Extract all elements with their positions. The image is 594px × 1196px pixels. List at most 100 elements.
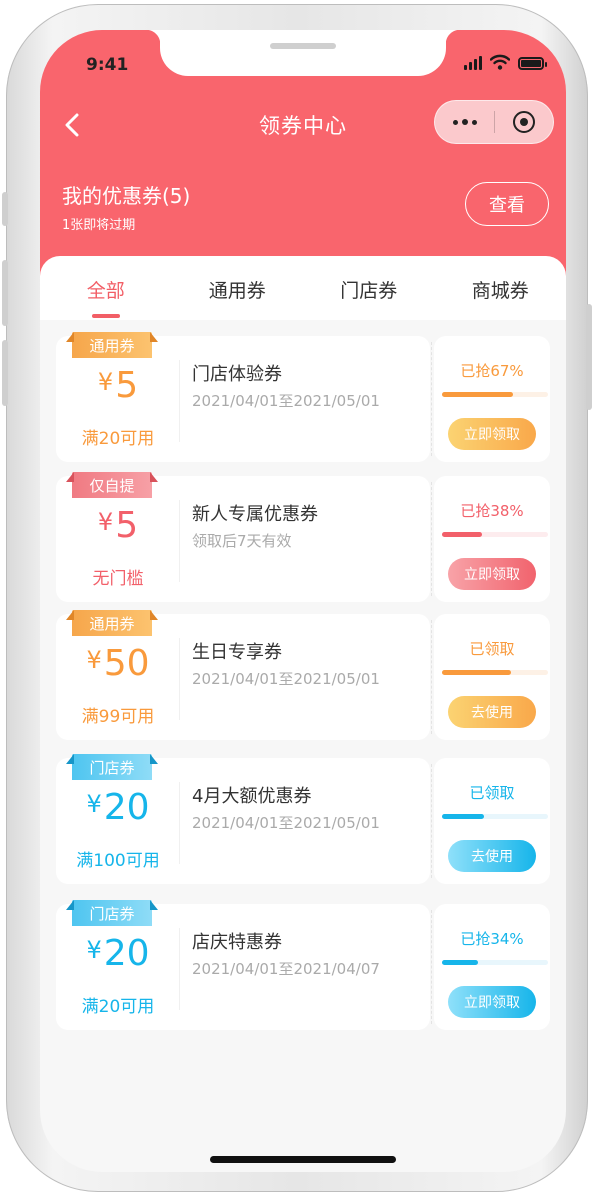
coupon-amount: ¥20 (56, 932, 180, 976)
notch (146, 30, 460, 76)
coupon-name: 4月大额优惠券 (192, 786, 312, 807)
claim-status: 已抢67% (460, 362, 524, 380)
coupon-card: 门店券 ¥20 满100可用 4月大额优惠券 2021/04/01至2021/05/01… (56, 754, 550, 884)
coupon-action-button[interactable]: 去使用 (448, 840, 536, 872)
coupon-main[interactable]: 门店券 ¥20 满20可用 店庆特惠券 2021/04/01至2021/04/07 (56, 900, 430, 1030)
coupon-card: 仅自提 ¥5 无门槛 新人专属优惠券 领取后7天有效 已抢38% 立即领取 (56, 472, 550, 602)
progress-fill (442, 532, 483, 537)
coupon-main[interactable]: 通用券 ¥5 满20可用 门店体验券 2021/04/01至2021/05/01 (56, 332, 430, 462)
claim-status: 已领取 (469, 784, 515, 802)
close-target-icon[interactable] (495, 100, 553, 144)
coupon-action-button[interactable]: 立即领取 (448, 558, 536, 590)
coupon-main[interactable]: 仅自提 ¥5 无门槛 新人专属优惠券 领取后7天有效 (56, 472, 430, 602)
home-indicator[interactable] (210, 1156, 396, 1163)
my-coupons-title: 我的优惠券(5) (62, 184, 191, 208)
progress-fill (442, 814, 485, 819)
signal-icon (464, 56, 482, 70)
volume-down-button (2, 340, 8, 406)
coupon-validity: 2021/04/01至2021/05/01 (192, 392, 380, 410)
coupon-validity: 2021/04/01至2021/05/01 (192, 670, 380, 688)
coupon-name: 店庆特惠券 (192, 932, 282, 953)
perforation-line (431, 342, 432, 456)
progress-fill (442, 392, 514, 397)
header: 9:41 领券中心 我的优惠券(5) 1张即将过期 查看 (40, 30, 566, 290)
coupon-validity: 2021/04/01至2021/05/01 (192, 814, 380, 832)
coupon-amount: ¥5 (56, 504, 180, 548)
progress-fill (442, 670, 511, 675)
coupon-side: 已抢34% 立即领取 (434, 904, 550, 1030)
claim-status: 已抢34% (460, 930, 524, 948)
coupon-condition: 满99可用 (81, 707, 155, 727)
view-button[interactable]: 查看 (465, 182, 549, 226)
status-time: 9:41 (86, 55, 129, 75)
coupon-amount: ¥50 (56, 642, 180, 686)
divider (179, 638, 180, 720)
coupon-action-button[interactable]: 立即领取 (448, 986, 536, 1018)
coupon-amount: ¥5 (56, 364, 180, 408)
coupon-validity: 领取后7天有效 (192, 532, 292, 550)
more-icon[interactable] (435, 100, 494, 144)
coupon-action-button[interactable]: 立即领取 (448, 418, 536, 450)
coupon-card: 通用券 ¥50 满99可用 生日专享券 2021/04/01至2021/05/01 已领取… (56, 610, 550, 740)
progress-bar (442, 392, 548, 397)
coupon-main[interactable]: 通用券 ¥50 满99可用 生日专享券 2021/04/01至2021/05/01 (56, 610, 430, 740)
coupon-action-button[interactable]: 去使用 (448, 696, 536, 728)
expiring-note: 1张即将过期 (62, 218, 136, 233)
coupon-name: 生日专享券 (192, 642, 282, 663)
coupon-tag: 通用券 (72, 332, 152, 358)
amount-value: 20 (103, 933, 150, 974)
currency-symbol: ¥ (86, 790, 102, 818)
mini-program-capsule (434, 100, 554, 144)
coupon-side: 已领取 去使用 (434, 758, 550, 884)
coupon-tag: 门店券 (72, 900, 152, 926)
amount-value: 50 (103, 643, 150, 684)
wifi-icon (490, 54, 510, 70)
divider (179, 360, 180, 442)
tab-all[interactable]: 全部 (40, 256, 172, 320)
coupon-tabs: 全部 通用券 门店券 商城券 (40, 256, 566, 320)
coupon-card: 门店券 ¥20 满20可用 店庆特惠券 2021/04/01至2021/04/07 已抢3… (56, 900, 550, 1030)
speaker (270, 43, 336, 49)
perforation-line (431, 764, 432, 878)
coupon-condition: 满20可用 (81, 429, 155, 449)
claim-status: 已抢38% (460, 502, 524, 520)
claim-status: 已领取 (469, 640, 515, 658)
coupon-condition: 满20可用 (81, 997, 155, 1017)
coupon-name: 门店体验券 (192, 364, 282, 385)
perforation-line (431, 910, 432, 1024)
amount-value: 20 (103, 787, 150, 828)
mute-switch (2, 192, 8, 226)
volume-up-button (2, 260, 8, 326)
perforation-line (431, 620, 432, 734)
perforation-line (431, 482, 432, 596)
divider (179, 928, 180, 1010)
progress-bar (442, 532, 548, 537)
progress-bar (442, 670, 548, 675)
tab-store[interactable]: 门店券 (303, 256, 435, 320)
progress-bar (442, 960, 548, 965)
currency-symbol: ¥ (86, 646, 102, 674)
status-icons (464, 52, 547, 70)
coupon-tag: 仅自提 (72, 472, 152, 498)
coupon-side: 已抢38% 立即领取 (434, 476, 550, 602)
coupon-validity: 2021/04/01至2021/04/07 (192, 960, 380, 978)
coupon-condition: 无门槛 (92, 569, 144, 589)
amount-value: 5 (115, 365, 139, 406)
coupon-condition: 满100可用 (76, 851, 160, 871)
tab-general[interactable]: 通用券 (172, 256, 304, 320)
currency-symbol: ¥ (97, 508, 114, 536)
phone-frame: 9:41 领券中心 我的优惠券(5) 1张即将过期 查看 全部 通用券 门店券 … (2, 4, 592, 1192)
progress-fill (442, 960, 479, 965)
coupon-card: 通用券 ¥5 满20可用 门店体验券 2021/04/01至2021/05/01 已抢67… (56, 332, 550, 462)
coupon-tag: 门店券 (72, 754, 152, 780)
progress-bar (442, 814, 548, 819)
coupon-main[interactable]: 门店券 ¥20 满100可用 4月大额优惠券 2021/04/01至2021/05/01 (56, 754, 430, 884)
coupon-amount: ¥20 (56, 786, 180, 830)
coupon-side: 已抢67% 立即领取 (434, 336, 550, 462)
divider (179, 782, 180, 864)
coupon-name: 新人专属优惠券 (192, 504, 318, 525)
coupon-side: 已领取 去使用 (434, 614, 550, 740)
tab-mall[interactable]: 商城券 (435, 256, 567, 320)
power-button (586, 304, 592, 410)
screen: 9:41 领券中心 我的优惠券(5) 1张即将过期 查看 全部 通用券 门店券 … (40, 30, 566, 1172)
